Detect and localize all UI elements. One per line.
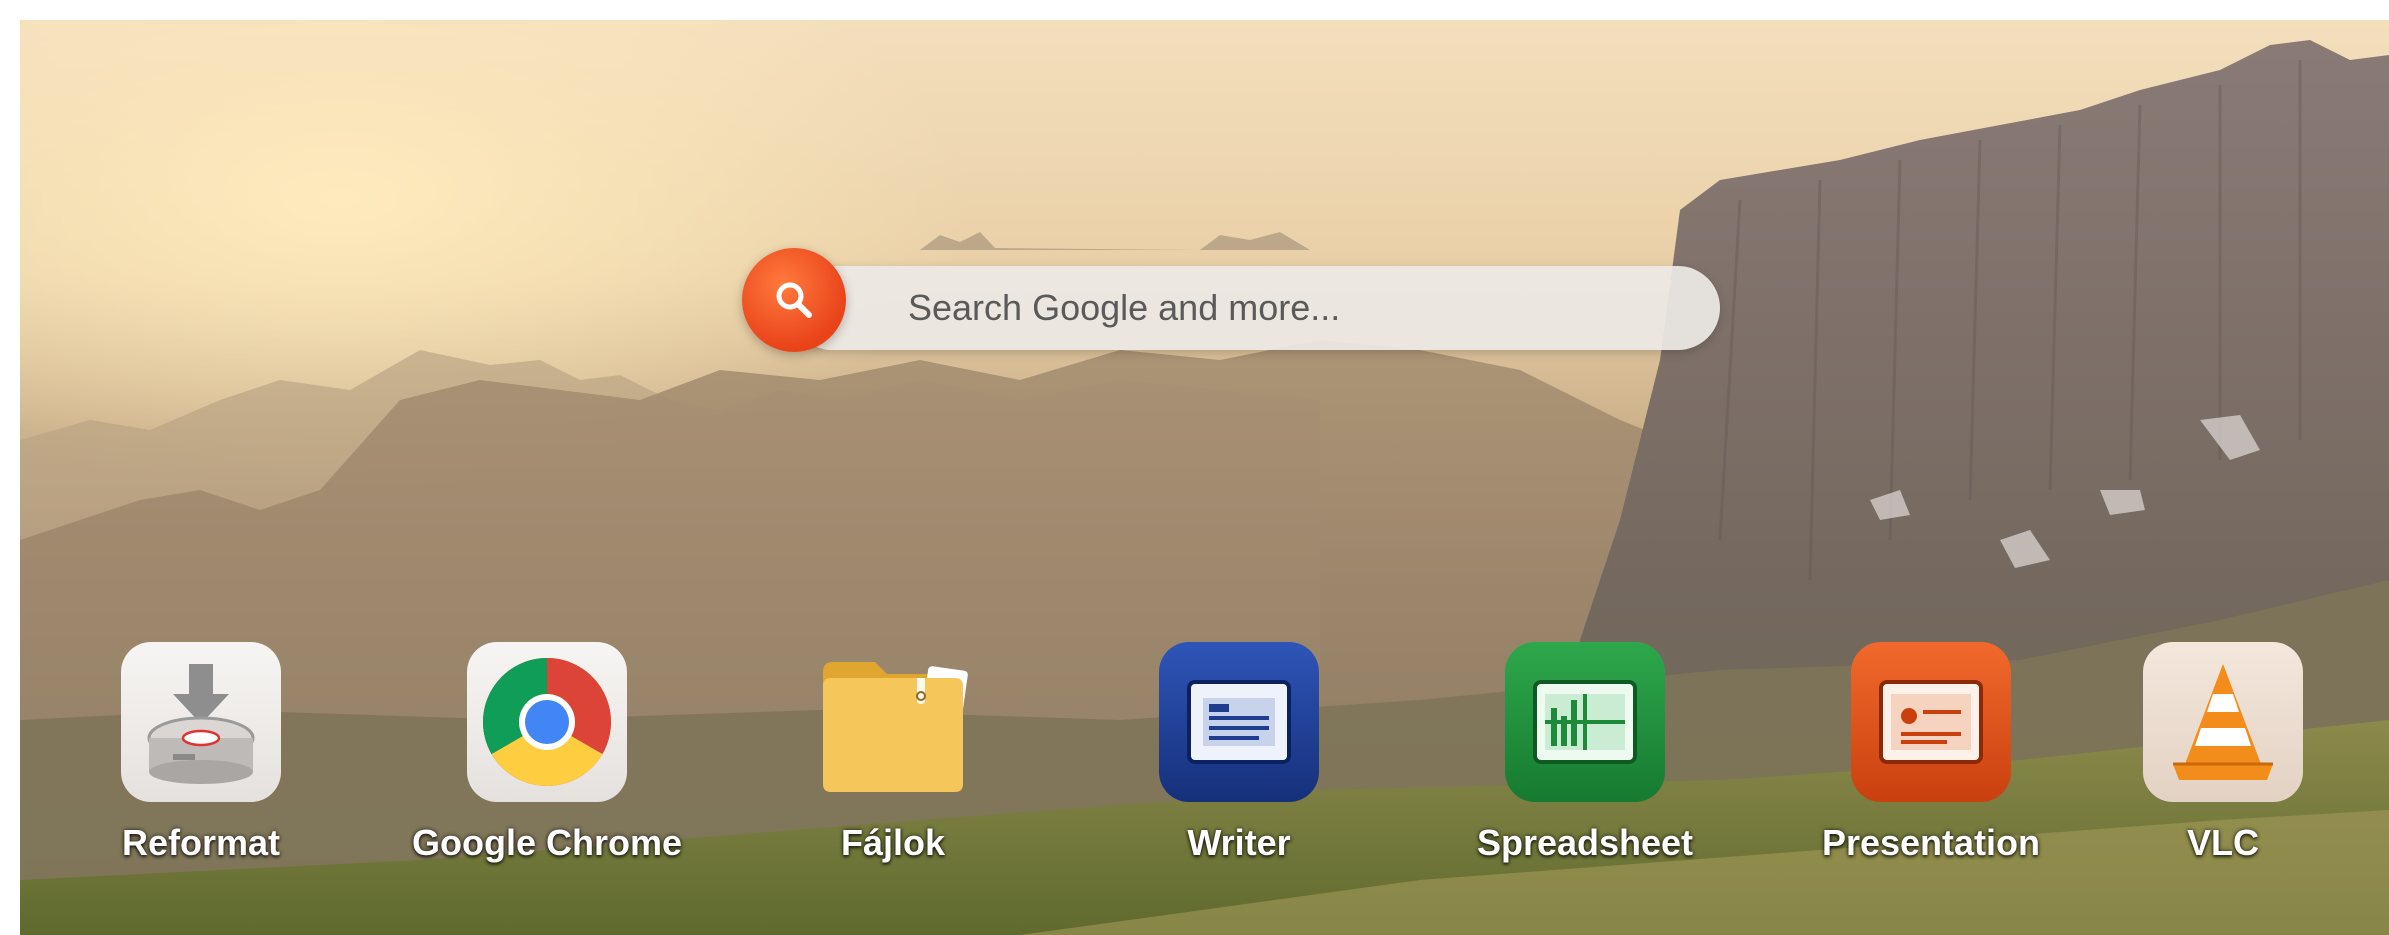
app-label: Fájlok [840,822,946,863]
app-writer[interactable]: Writer [1089,630,1389,910]
search-button[interactable] [742,248,846,352]
search-icon [776,282,812,318]
app-google-chrome[interactable]: Google Chrome [397,630,697,910]
vlc-icon [2143,642,2303,802]
app-presentation[interactable]: Presentation [1781,630,2081,910]
chrome-icon [467,642,627,802]
app-label: Presentation [1821,822,2041,863]
app-fajlok[interactable]: Fájlok [743,630,1043,910]
presentation-icon [1851,642,2011,802]
app-label: Reformat [121,822,281,863]
reformat-icon [121,642,281,802]
spreadsheet-icon [1505,642,1665,802]
app-label: Google Chrome [411,822,683,863]
app-reformat[interactable]: Reformat [51,630,351,910]
app-label: Writer [1187,822,1291,863]
search-input[interactable]: Search Google and more... [790,266,1720,350]
app-label: VLC [2187,822,2259,863]
app-label: Spreadsheet [1476,822,1694,863]
app-vlc[interactable]: VLC [2073,630,2373,910]
search-placeholder: Search Google and more... [908,287,1341,328]
folder-icon [813,642,973,802]
desktop: Search Google and more... Reformat Googl… [20,20,2389,935]
writer-icon [1159,642,1319,802]
app-spreadsheet[interactable]: Spreadsheet [1435,630,1735,910]
search-bar: Search Google and more... [742,248,1722,352]
